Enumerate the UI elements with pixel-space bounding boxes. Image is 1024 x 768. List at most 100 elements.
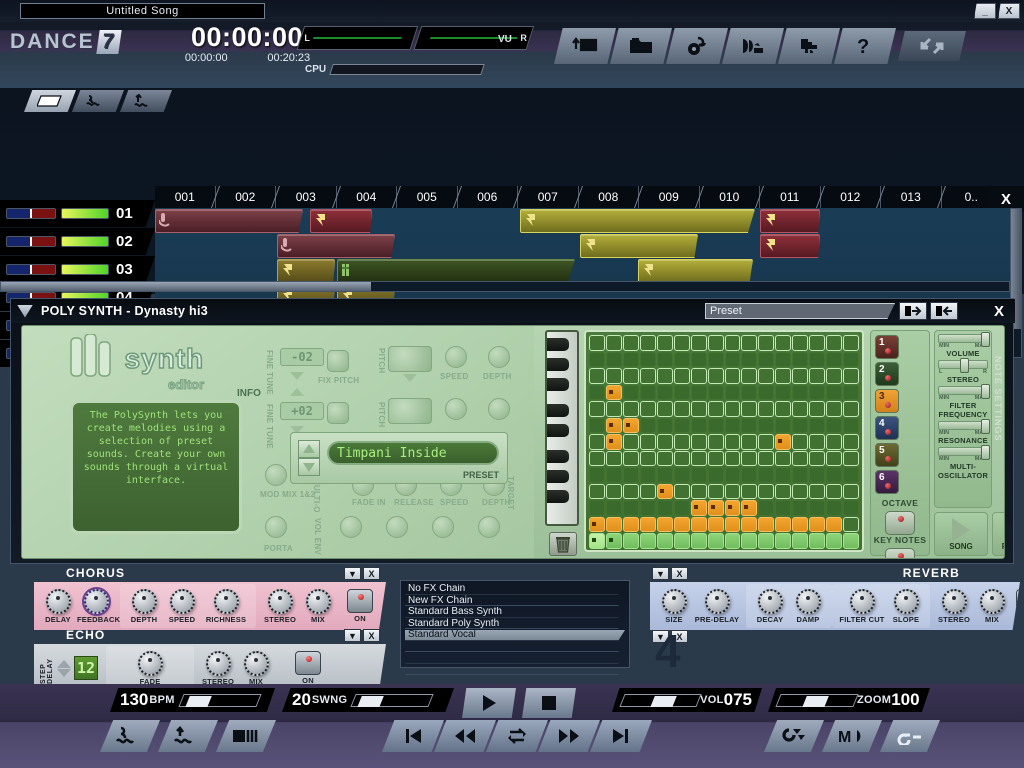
sequencer-step-cell[interactable] [809, 483, 826, 499]
sequencer-step-cell[interactable] [724, 368, 741, 384]
sequencer-step-cell[interactable] [589, 351, 605, 367]
tab-wave-1[interactable] [72, 90, 124, 112]
sequencer-step-cell[interactable] [775, 500, 792, 516]
sequencer-step-cell[interactable] [707, 483, 724, 499]
sequencer-step-cell[interactable] [775, 384, 792, 400]
reverb-predelay-knob[interactable] [704, 588, 730, 614]
help-icon[interactable]: ? [834, 28, 896, 64]
sequencer-step-cell[interactable] [843, 467, 859, 483]
swing-field[interactable]: 20 SWNG [282, 688, 454, 712]
fx-chain-item[interactable]: Standard Vocal [405, 630, 625, 641]
sequencer-step-cell[interactable] [792, 335, 809, 351]
sequencer-step-cell[interactable] [724, 417, 741, 433]
vol-env-knob-4[interactable] [478, 516, 500, 538]
sequencer-step-cell[interactable] [809, 516, 826, 532]
slider-track[interactable] [938, 419, 991, 434]
loop-button[interactable] [486, 720, 548, 752]
sequencer-step-cell[interactable] [690, 516, 707, 532]
sequencer-step-cell[interactable] [792, 500, 809, 516]
bpm-slider-knob[interactable] [185, 695, 212, 707]
fx-chain-item[interactable]: Standard Poly Synth [405, 619, 625, 629]
sequencer-step-cell[interactable] [809, 450, 826, 466]
echo-close-button[interactable]: X [363, 629, 380, 642]
sequencer-step-cell[interactable] [792, 384, 809, 400]
sequencer-step-cell[interactable] [775, 368, 792, 384]
chorus-speed-knob[interactable] [169, 588, 195, 614]
sequencer-step-cell[interactable] [673, 351, 690, 367]
osc1-wave-down-icon[interactable] [403, 374, 417, 382]
echo-collapse-button[interactable]: ▼ [344, 629, 361, 642]
fx-chain-empty-row[interactable]: . [405, 653, 625, 664]
sequencer-step-cell[interactable] [639, 434, 656, 450]
bpm-slider[interactable] [178, 693, 262, 707]
measure-marker[interactable]: 008 [579, 186, 639, 208]
fx-chain-list[interactable]: No FX Chain New FX Chain Standard Bass Syn… [400, 580, 630, 675]
track-header[interactable]: 03 [0, 256, 155, 283]
sequencer-step-cell[interactable] [724, 401, 741, 417]
echo-on-control[interactable]: ON [290, 651, 326, 685]
fx-chain-item[interactable]: No FX Chain [405, 584, 625, 595]
timeline-ruler[interactable]: 001 002 003 004 005 006 007 008 009 010 011 012 013 0… [155, 186, 1024, 208]
sequencer-step-cell[interactable] [741, 401, 758, 417]
sequencer-step-cell[interactable] [605, 335, 622, 351]
sequencer-step-cell[interactable] [758, 500, 775, 516]
loop-export-icon[interactable] [764, 720, 824, 752]
piano-black-key[interactable] [547, 470, 569, 483]
sequencer-step-cell[interactable] [622, 384, 639, 400]
sequencer-step-cell[interactable] [775, 417, 792, 433]
arranger-horizontal-scrollbar[interactable] [0, 281, 1010, 292]
sequencer-step-cell[interactable] [656, 384, 673, 400]
sequencer-step-cell[interactable] [622, 434, 639, 450]
reverb-stereo-control[interactable]: STEREO [935, 588, 973, 624]
sequencer-step-cell[interactable] [605, 500, 622, 516]
sequencer-step-cell[interactable] [826, 417, 843, 433]
chorus-collapse-button[interactable]: ▼ [344, 567, 361, 580]
sequencer-step-cell[interactable] [639, 500, 656, 516]
sequencer-step-cell[interactable] [656, 483, 673, 499]
sequencer-step-cell[interactable] [792, 516, 809, 532]
osc2-waveform-select[interactable] [388, 398, 432, 424]
reverb-decay-knob[interactable] [757, 588, 783, 614]
preset-up-icon[interactable] [298, 440, 320, 458]
slider-thumb[interactable] [960, 358, 970, 373]
arrangement-clip[interactable] [638, 259, 753, 283]
sequencer-step-cell[interactable] [741, 450, 758, 466]
sequencer-step-cell[interactable] [724, 500, 741, 516]
octave-button-6[interactable]: 6 [875, 470, 899, 494]
sequencer-step-cell[interactable] [656, 401, 673, 417]
reverb-collapse-button[interactable]: ▼ [652, 567, 669, 580]
sequencer-step-cell[interactable] [758, 368, 775, 384]
track-pan-slider[interactable] [6, 264, 56, 275]
minimize-button[interactable]: _ [974, 3, 996, 19]
echo-mix-control[interactable]: MIX [237, 650, 275, 686]
sequencer-step-cell[interactable] [809, 434, 826, 450]
arrangement-clip[interactable] [155, 209, 303, 233]
sequencer-step-cell[interactable] [673, 467, 690, 483]
sequencer-step-cell[interactable] [589, 335, 605, 351]
measure-marker[interactable]: 011 [760, 186, 821, 208]
fx-chain-empty-row[interactable]: . [405, 642, 625, 652]
sequencer-step-cell[interactable] [622, 351, 639, 367]
volume-field[interactable]: VOL 075 [612, 688, 762, 712]
slider-filter-frequency[interactable]: MINMAXFILTER FREQUENCY [938, 384, 991, 419]
sequencer-step-cell[interactable] [724, 351, 741, 367]
track-volume-bar[interactable] [61, 236, 109, 247]
sequencer-step-cell[interactable] [589, 450, 605, 466]
echo-fade-control[interactable]: FADE [111, 650, 189, 686]
preset-prev-button[interactable] [930, 302, 958, 320]
sequencer-step-cell[interactable] [826, 384, 843, 400]
sequencer-step-cell[interactable] [589, 467, 605, 483]
preset-input[interactable]: Preset [705, 303, 895, 319]
track-volume-bar[interactable] [61, 208, 109, 219]
slider-track[interactable] [938, 332, 991, 347]
collapse-icon[interactable] [17, 304, 33, 318]
sequencer-step-cell[interactable] [775, 351, 792, 367]
swing-slider[interactable] [350, 693, 434, 707]
reverb-filtercut-control[interactable]: FILTER CUT [837, 588, 887, 624]
sequencer-step-cell[interactable] [843, 483, 859, 499]
chorus-depth-knob[interactable] [131, 588, 157, 614]
sequencer-step-cell[interactable] [656, 351, 673, 367]
pattern-bank-icon[interactable] [216, 720, 276, 752]
folder-icon[interactable] [610, 28, 672, 64]
export-icon[interactable] [880, 720, 940, 752]
